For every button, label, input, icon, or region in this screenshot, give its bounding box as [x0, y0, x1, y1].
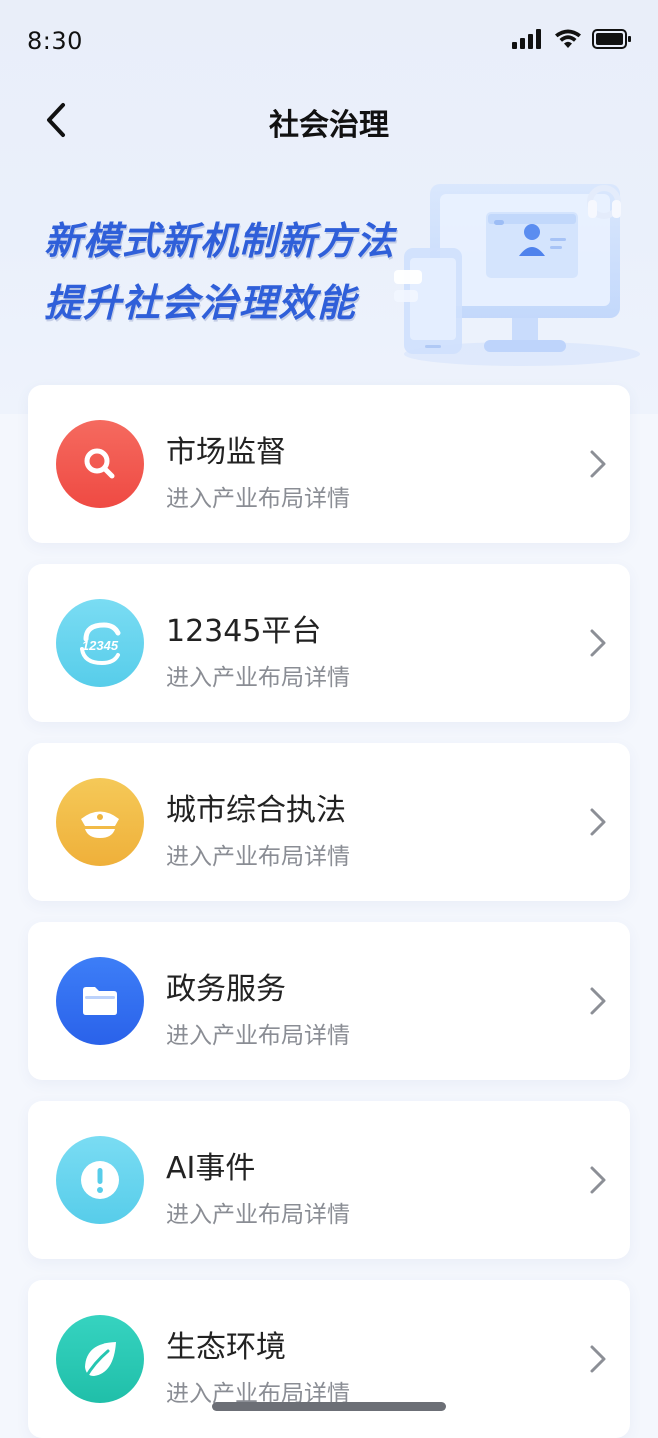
- menu-item-icon-badge: [56, 420, 144, 508]
- menu-item-icon-badge: [56, 1136, 144, 1224]
- cellular-signal-icon: [512, 29, 541, 49]
- banner-slogan: 新模式新机制新方法 提升社会治理效能: [44, 210, 395, 334]
- menu-item-title: 12345平台: [166, 614, 322, 649]
- exclamation-icon: [81, 1161, 119, 1199]
- menu-item-government-services[interactable]: 政务服务 进入产业布局详情: [28, 922, 630, 1080]
- menu-item-icon-badge: [56, 778, 144, 866]
- menu-item-urban-law-enforcement[interactable]: 城市综合执法 进入产业布局详情: [28, 743, 630, 901]
- status-bar: 8:30: [0, 0, 658, 80]
- menu-item-title: 生态环境: [166, 1330, 286, 1365]
- navigation-bar: 社会治理: [0, 88, 658, 152]
- menu-item-title: 城市综合执法: [166, 793, 346, 828]
- chevron-right-icon: [590, 987, 606, 1015]
- menu-item-subtitle: 进入产业布局详情: [166, 1023, 350, 1049]
- hotline-12345-icon: 12345: [80, 622, 121, 666]
- computer-illustration: [394, 184, 640, 366]
- menu-item-ecological-environment[interactable]: 生态环境 进入产业布局详情: [28, 1280, 630, 1438]
- menu-item-title: 政务服务: [166, 972, 286, 1007]
- battery-icon: [592, 29, 631, 49]
- menu-item-subtitle: 进入产业布局详情: [166, 1202, 350, 1228]
- home-indicator[interactable]: [212, 1402, 446, 1411]
- police-cap-icon: [81, 811, 119, 838]
- menu-item-12345-platform[interactable]: 12345 12345平台 进入产业布局详情: [28, 564, 630, 722]
- menu-item-subtitle: 进入产业布局详情: [166, 486, 350, 512]
- menu-item-ai-events[interactable]: AI事件 进入产业布局详情: [28, 1101, 630, 1259]
- chevron-right-icon: [590, 450, 606, 478]
- hotline-number-text: 12345: [82, 638, 119, 653]
- menu-item-icon-badge: [56, 957, 144, 1045]
- menu-item-icon-badge: 12345: [56, 599, 144, 687]
- menu-item-subtitle: 进入产业布局详情: [166, 844, 350, 870]
- wifi-icon: [555, 29, 581, 48]
- banner-line-1: 新模式新机制新方法: [44, 219, 396, 263]
- page-title: 社会治理: [269, 108, 389, 143]
- folder-icon: [83, 987, 117, 1015]
- banner-line-2: 提升社会治理效能: [44, 281, 357, 325]
- status-icons: [512, 28, 632, 50]
- menu-item-icon-badge: [56, 1315, 144, 1403]
- chevron-right-icon: [590, 808, 606, 836]
- chevron-right-icon: [590, 629, 606, 657]
- menu-item-subtitle: 进入产业布局详情: [166, 665, 350, 691]
- menu-item-title: AI事件: [166, 1151, 256, 1186]
- chevron-right-icon: [590, 1166, 606, 1194]
- magnifier-icon: [84, 448, 115, 479]
- chevron-right-icon: [590, 1345, 606, 1373]
- status-time: 8:30: [27, 27, 83, 55]
- leaf-icon: [84, 1342, 116, 1379]
- menu-item-title: 市场监督: [166, 435, 286, 470]
- menu-item-market-supervision[interactable]: 市场监督 进入产业布局详情: [28, 385, 630, 543]
